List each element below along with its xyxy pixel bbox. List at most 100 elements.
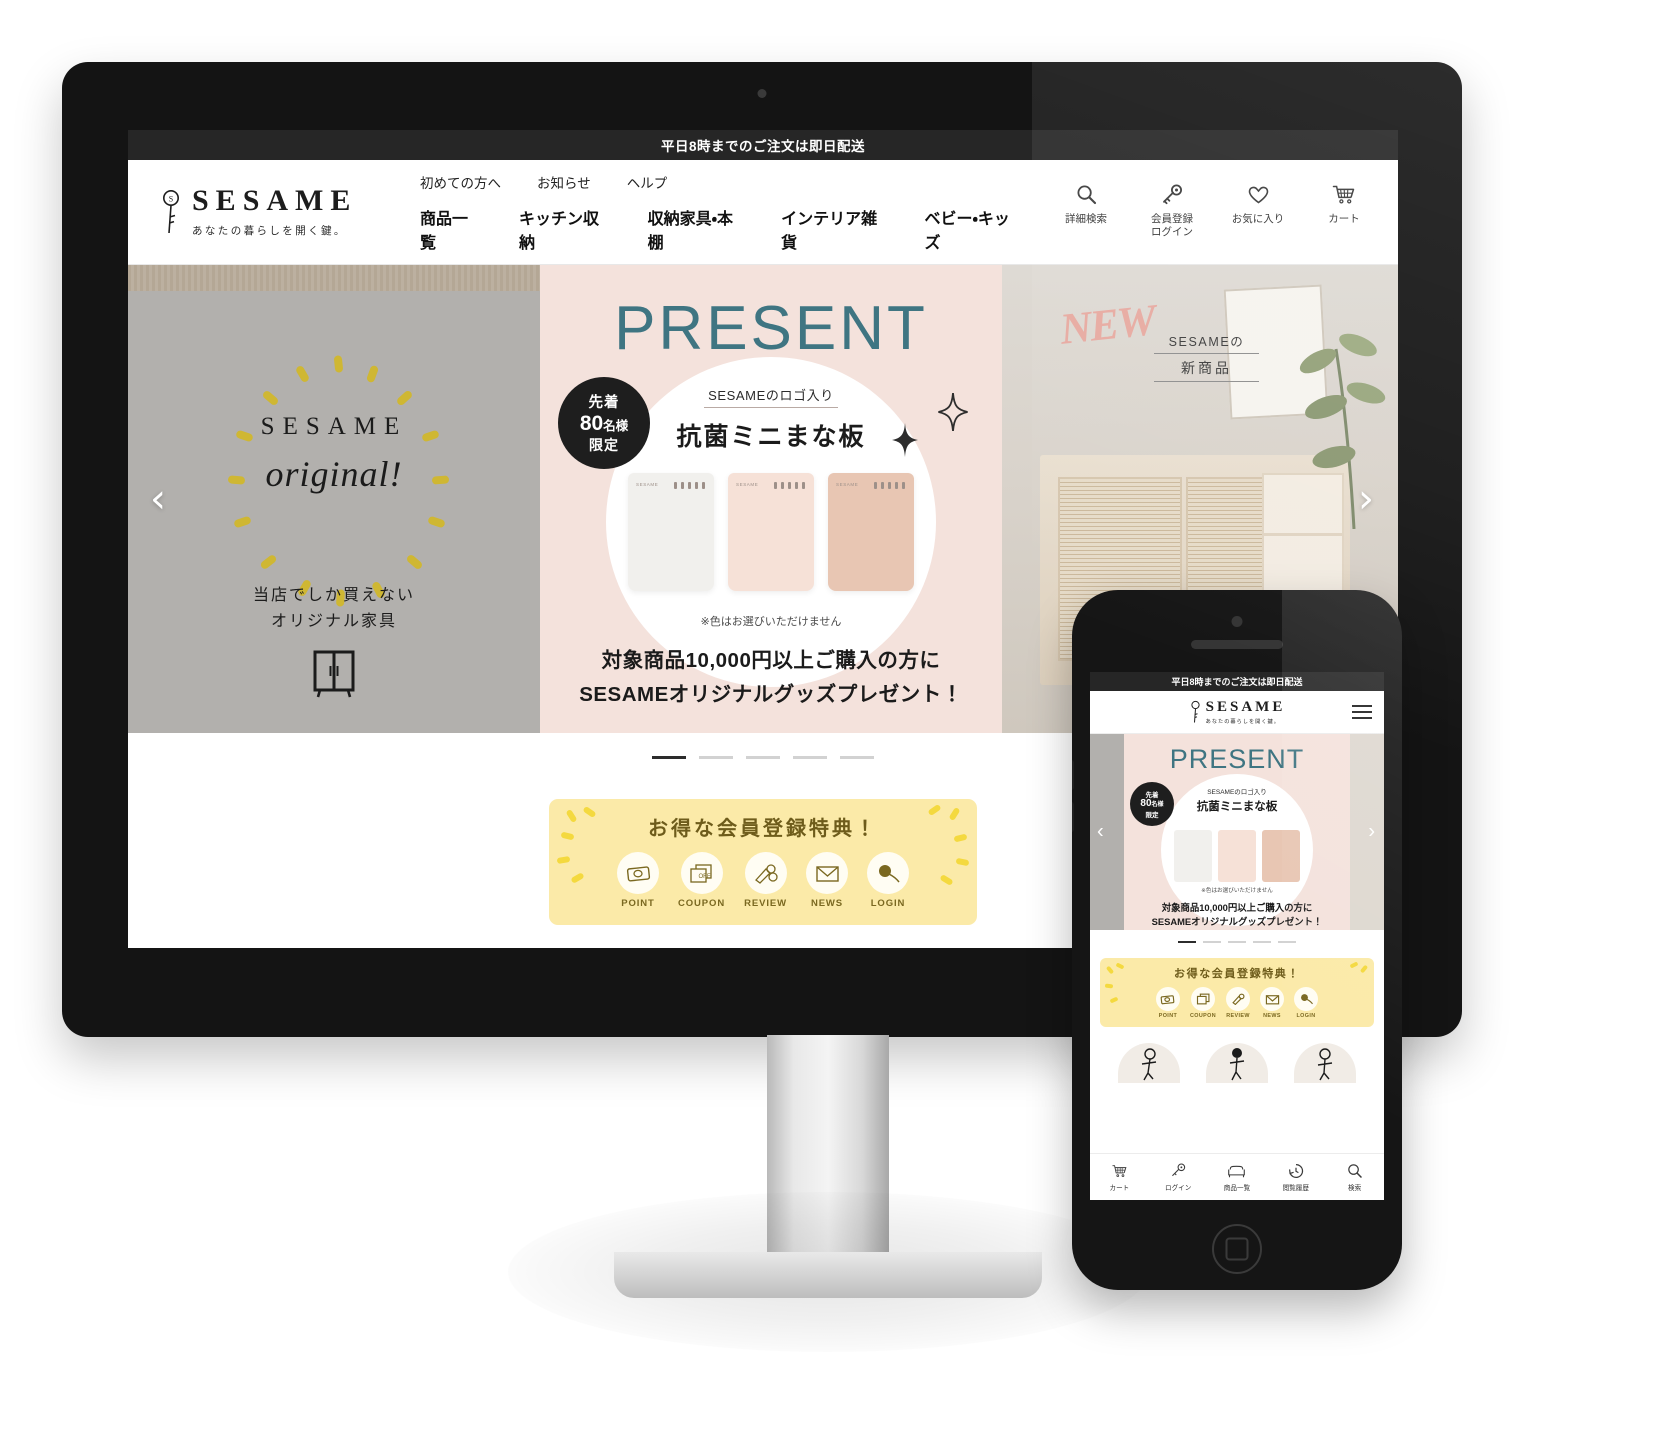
benefit-label: REVIEW	[744, 898, 787, 909]
plant-icon	[1299, 333, 1386, 529]
mobile-carousel-dot-5[interactable]	[1278, 941, 1296, 943]
cart-icon	[1111, 1162, 1128, 1179]
benefit-point[interactable]: POINT	[617, 852, 659, 909]
utility-login-register[interactable]: 会員登録 ログイン	[1144, 183, 1200, 239]
slide-headline: PRESENT	[614, 294, 928, 363]
nav-item-kitchen-storage[interactable]: キッチン収納	[519, 205, 608, 253]
mobile-tab-products[interactable]: 商品一覧	[1208, 1154, 1267, 1200]
utility-cart[interactable]: カート	[1316, 183, 1372, 226]
mobile-tab-cart[interactable]: カート	[1090, 1154, 1149, 1200]
mobile-benefit-point[interactable]: POINT	[1155, 987, 1180, 1019]
coupon-icon: OFF	[680, 852, 723, 894]
mobile-gift-subtitle: SESAMEのロゴ入り	[1207, 789, 1267, 796]
cutting-board-beige: SESAME	[828, 473, 914, 591]
utility-detailed-search[interactable]: 詳細検索	[1058, 183, 1114, 226]
benefit-label: POINT	[1158, 1013, 1178, 1019]
tab-label: ログイン	[1165, 1185, 1192, 1192]
phone-volume-down-button[interactable]	[1072, 802, 1074, 832]
phone-volume-up-button[interactable]	[1072, 760, 1074, 790]
mobile-carousel-dot-2[interactable]	[1203, 941, 1221, 943]
benefit-label: COUPON	[1189, 1013, 1217, 1019]
money-icon	[617, 852, 659, 894]
utility-favorites[interactable]: お気に入り	[1230, 183, 1286, 226]
new-subtitle: SESAMEの 新商品	[1154, 331, 1259, 382]
mobile-category-card[interactable]	[1206, 1043, 1268, 1083]
mobile-carousel-next-button[interactable]: ›	[1368, 821, 1375, 844]
mobile-tab-search[interactable]: 検索	[1325, 1154, 1384, 1200]
mobile-benefit-login[interactable]: LOGIN	[1294, 987, 1319, 1019]
mobile-category-shortcuts	[1090, 1043, 1384, 1083]
mobile-carousel-dot-1[interactable]	[1178, 941, 1196, 943]
search-icon	[1076, 183, 1097, 206]
mobile-slide-next-peek[interactable]	[1350, 734, 1384, 930]
cutting-board-beige	[1262, 830, 1300, 882]
carousel-dot-2[interactable]	[699, 755, 733, 759]
nav-item-storage-furniture[interactable]: 収納家具・本棚	[648, 205, 742, 253]
cutting-board-pink: SESAME	[728, 473, 814, 591]
mobile-tab-bar: カート ログイン 商品一覧 閲覧履歴 検索	[1090, 1153, 1384, 1200]
mobile-benefits-title: お得な会員登録特典！	[1174, 968, 1300, 980]
utility-label: 詳細検索	[1065, 212, 1107, 225]
mobile-benefits-banner[interactable]: お得な会員登録特典！ POINT COUPON REVIEW NEWS LOGI…	[1100, 958, 1374, 1027]
nav-item-first-time[interactable]: 初めての方へ	[420, 172, 501, 192]
nav-item-news[interactable]: お知らせ	[537, 172, 591, 192]
nav-item-help[interactable]: ヘルプ	[627, 172, 668, 192]
site-header: S SESAME あなたの暮らしを開く鍵。 初めての方へ お知らせ ヘルプ 商品…	[128, 160, 1398, 265]
mail-icon	[1260, 987, 1285, 1011]
phone-home-button[interactable]	[1212, 1224, 1262, 1274]
mobile-header: SESAME あなたの暮らしを開く鍵。	[1090, 691, 1384, 734]
mobile-benefit-coupon[interactable]: COUPON	[1190, 987, 1216, 1019]
mobile-slide-prev-peek[interactable]	[1090, 734, 1124, 930]
benefit-login[interactable]: LOGIN	[867, 852, 909, 909]
carousel-dot-3[interactable]	[746, 755, 780, 759]
carousel-next-button[interactable]: ›	[1358, 479, 1374, 519]
carousel-prev-button[interactable]: ‹	[150, 479, 166, 519]
gift-subtitle: SESAMEのロゴ入り	[704, 388, 838, 408]
benefit-label: REVIEW	[1226, 1013, 1250, 1019]
mobile-brand-logo[interactable]: SESAME あなたの暮らしを開く鍵。	[1189, 699, 1286, 725]
mobile-benefit-review[interactable]: REVIEW	[1226, 987, 1251, 1019]
history-icon	[1288, 1162, 1304, 1179]
mobile-category-card[interactable]	[1294, 1043, 1356, 1083]
mobile-carousel-prev-button[interactable]: ‹	[1097, 821, 1104, 844]
nav-secondary-row: 初めての方へ お知らせ ヘルプ	[420, 172, 1058, 192]
carousel-dot-1[interactable]	[652, 755, 686, 759]
mobile-announcement-text: 平日8時までのご注文は即日配送	[1171, 677, 1303, 687]
benefit-review[interactable]: REVIEW	[744, 852, 787, 909]
nav-item-interior-goods[interactable]: インテリア雑貨	[781, 205, 884, 253]
brand-tagline: あなたの暮らしを開く鍵。	[192, 225, 347, 237]
gift-cta-line2: SESAMEオリジナルグッズプレゼント！	[579, 683, 963, 706]
carousel-dot-5[interactable]	[840, 755, 874, 759]
carousel-dot-4[interactable]	[793, 755, 827, 759]
mobile-tab-history[interactable]: 閲覧履歴	[1266, 1154, 1325, 1200]
slide-title: SESAME	[260, 413, 408, 440]
mobile-hero-carousel: PRESENT 先着 80名様 限定 SESAMEのロゴ入り 抗菌ミニまな板 ※	[1090, 734, 1384, 930]
phone-camera-icon	[1231, 616, 1243, 627]
nav-item-baby-kids[interactable]: ベビー・キッズ	[924, 205, 1018, 253]
mobile-benefit-news[interactable]: NEWS	[1260, 987, 1285, 1019]
benefit-label: LOGIN	[1296, 1013, 1316, 1019]
mobile-cta-line2: SESAMEオリジナルグッズプレゼント！	[1151, 916, 1323, 927]
cutting-board-white: SESAME	[628, 473, 714, 591]
benefit-coupon[interactable]: OFF COUPON	[678, 852, 725, 909]
hero-slide-sesame-original[interactable]: SESAME original! 当店でしか買えない オリジナル家具 ‹	[128, 265, 540, 733]
mobile-slide-present[interactable]: PRESENT 先着 80名様 限定 SESAMEのロゴ入り 抗菌ミニまな板 ※	[1124, 734, 1350, 930]
hero-slide-present[interactable]: PRESENT 先着 80名様 限定 SESAMEのロゴ入り 抗菌ミニまな板 S…	[540, 265, 1002, 733]
nav-item-all-products[interactable]: 商品一覧	[420, 205, 479, 253]
cabinet-icon	[313, 650, 355, 698]
mobile-category-card[interactable]	[1118, 1043, 1180, 1083]
cutting-board-pink	[1218, 830, 1256, 882]
mobile-carousel-dot-3[interactable]	[1228, 941, 1246, 943]
key-icon: S	[163, 190, 179, 234]
member-benefits-banner[interactable]: お得な会員登録特典！ POINT OFF COUPON REVIEW NEWS …	[549, 799, 977, 925]
mobile-tab-login[interactable]: ログイン	[1149, 1154, 1208, 1200]
mobile-gift-name: 抗菌ミニまな板	[1196, 801, 1278, 813]
mobile-carousel-dot-4[interactable]	[1253, 941, 1271, 943]
review-pen-icon	[1226, 987, 1251, 1011]
benefit-news[interactable]: NEWS	[806, 852, 848, 909]
hamburger-icon[interactable]	[1352, 705, 1372, 719]
header-utilities: 詳細検索 会員登録 ログイン お気に入り カート	[1058, 183, 1372, 241]
brand-logo[interactable]: S SESAME あなたの暮らしを開く鍵。	[158, 186, 408, 238]
mobile-slide-headline: PRESENT	[1169, 744, 1305, 774]
mobile-brand-tagline: あなたの暮らしを開く鍵。	[1205, 718, 1280, 725]
